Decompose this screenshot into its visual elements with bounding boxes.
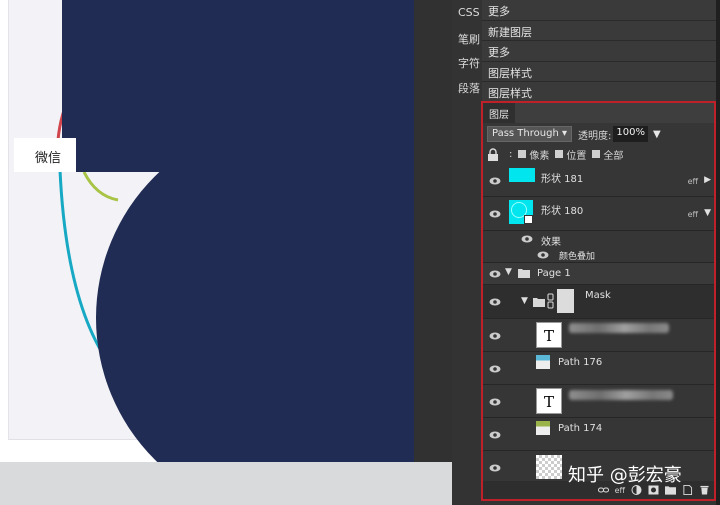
menu-new-layer[interactable]: 新建图层	[482, 20, 720, 41]
opacity-dropdown-icon[interactable]: ▼	[653, 129, 661, 140]
window-edge	[716, 0, 720, 505]
menu-layer-style-1[interactable]: 图层样式	[482, 61, 720, 82]
tab-brush[interactable]: 笔刷	[452, 25, 482, 50]
folder-icon	[518, 269, 530, 278]
layer-row-shape-180[interactable]: 形状 180 eff ▼	[483, 197, 714, 231]
lock-colon: :	[509, 148, 513, 160]
layer-name[interactable]: Path 174	[558, 423, 602, 434]
folder-icon	[533, 298, 545, 307]
new-layer-icon[interactable]	[682, 485, 693, 495]
eye-icon[interactable]	[489, 365, 501, 373]
eye-icon[interactable]	[489, 398, 501, 406]
right-panel: CSS 笔刷 字符 段落 更多 新建图层 更多 图层样式 图层样式 图层 Pas…	[452, 0, 720, 505]
layers-panel: 图层 Pass Through ▾ 透明度: 100% ▼ : 像素 位置 全部…	[481, 101, 716, 501]
lock-all-label: 全部	[603, 150, 624, 162]
eye-icon[interactable]	[489, 270, 501, 278]
lock-all-checkbox[interactable]	[592, 150, 601, 158]
layer-name[interactable]: Page 1	[537, 268, 571, 279]
opacity-label: 透明度:	[578, 130, 612, 142]
mask-thumbnail	[557, 289, 574, 313]
blend-mode-select[interactable]: Pass Through ▾	[487, 126, 573, 142]
eye-icon[interactable]	[489, 298, 501, 306]
effects-badge[interactable]: eff	[688, 177, 698, 186]
eye-icon[interactable]	[537, 251, 549, 259]
panel-menu: 更多 新建图层 更多 图层样式 图层样式	[482, 0, 720, 103]
tab-character[interactable]: 字符	[452, 49, 482, 74]
layer-row-text-2[interactable]: T	[483, 385, 714, 418]
lock-icon	[488, 147, 498, 161]
layer-group-mask[interactable]: ▼ Mask	[483, 285, 714, 319]
blend-options-row: Pass Through ▾ 透明度: 100% ▼	[483, 123, 714, 145]
layer-thumbnail	[509, 168, 535, 182]
lock-options-row: : 像素 位置 全部	[483, 145, 714, 163]
canvas-gutter	[0, 462, 452, 505]
layer-row-path-176[interactable]: Path 176	[483, 352, 714, 385]
layers-panel-title[interactable]: 图层	[483, 103, 515, 123]
color-overlay-row[interactable]: 颜色叠加	[483, 247, 714, 263]
layer-name[interactable]: 形状 181	[541, 170, 583, 185]
canvas-margin	[414, 0, 452, 462]
lock-position-checkbox[interactable]	[555, 150, 564, 158]
layer-thumbnail	[509, 200, 533, 224]
layer-row-path-174[interactable]: Path 174	[483, 418, 714, 451]
blend-mode-value: Pass Through	[492, 128, 559, 139]
chevron-right-icon[interactable]: ▶	[704, 175, 711, 185]
chevron-down-icon: ▾	[561, 128, 568, 139]
chevron-down-icon[interactable]: ▼	[704, 208, 711, 218]
layer-group-page-1[interactable]: ▼ Page 1	[483, 263, 714, 285]
wechat-label: 微信	[14, 138, 76, 172]
trash-icon[interactable]	[699, 485, 710, 495]
effects-row[interactable]: 效果	[483, 231, 714, 248]
eye-icon[interactable]	[489, 332, 501, 340]
layer-list: 形状 181 eff ▶ 形状 180 eff ▼ 效果 颜色叠加 ▼ Page…	[483, 164, 714, 484]
side-tab-strip: CSS 笔刷 字符 段落	[452, 0, 482, 100]
tab-css[interactable]: CSS	[452, 0, 482, 25]
text-layer-thumbnail: T	[536, 322, 562, 348]
green-curve	[82, 171, 119, 202]
eye-icon[interactable]	[489, 177, 501, 185]
color-overlay-label: 颜色叠加	[559, 252, 596, 262]
transparent-layer-thumbnail	[536, 455, 562, 479]
eye-icon[interactable]	[489, 464, 501, 472]
triangle-down-icon[interactable]: ▼	[505, 267, 512, 277]
layers-panel-header: 图层	[483, 103, 714, 123]
layer-name[interactable]: Path 176	[558, 357, 602, 368]
layer-name[interactable]: 形状 180	[541, 202, 583, 217]
effects-badge[interactable]: eff	[688, 210, 698, 219]
layer-thumbnail	[536, 355, 550, 369]
link-chain-icon[interactable]	[547, 293, 554, 309]
text-layer-thumbnail: T	[536, 388, 562, 414]
artboard[interactable]: 微信	[0, 0, 414, 462]
blurred-layer-name[interactable]	[569, 323, 669, 333]
menu-more-1[interactable]: 更多	[482, 0, 720, 21]
menu-layer-style-2[interactable]: 图层样式	[482, 82, 720, 103]
effects-label: 效果	[541, 237, 561, 248]
blurred-layer-name[interactable]	[569, 390, 673, 400]
lock-pixels-checkbox[interactable]	[518, 150, 527, 158]
design-canvas[interactable]: 微信	[0, 0, 452, 505]
eye-icon[interactable]	[521, 235, 533, 243]
lock-pixels-label: 像素	[529, 150, 550, 162]
eye-icon[interactable]	[489, 431, 501, 439]
layer-row-text-1[interactable]: T	[483, 319, 714, 352]
menu-more-2[interactable]: 更多	[482, 41, 720, 62]
lock-position-label: 位置	[566, 150, 587, 162]
tab-paragraph[interactable]: 段落	[452, 74, 482, 99]
zhihu-watermark: 知乎 @彭宏豪	[568, 465, 682, 486]
layer-name[interactable]: Mask	[585, 290, 611, 301]
layer-row-shape-181[interactable]: 形状 181 eff ▶	[483, 164, 714, 197]
opacity-input[interactable]: 100%	[613, 126, 648, 142]
triangle-down-icon[interactable]: ▼	[521, 296, 528, 306]
layer-thumbnail	[536, 421, 550, 435]
eye-icon[interactable]	[489, 210, 501, 218]
